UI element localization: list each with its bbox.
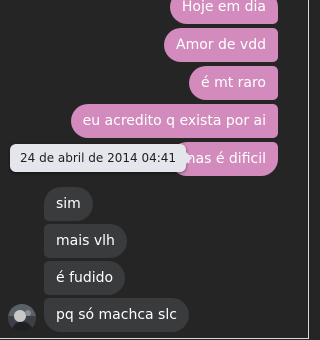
message-bubble-incoming[interactable]: sim (44, 187, 93, 221)
contact-avatar[interactable] (8, 304, 36, 332)
timestamp-tooltip: 24 de abril de 2014 04:41 (10, 144, 193, 172)
message-bubble-outgoing[interactable]: eu acredito q exista por ai (70, 104, 278, 138)
message-bubble-outgoing[interactable]: Amor de vdd (164, 28, 278, 62)
message-bubble-outgoing[interactable]: é mt raro (189, 66, 278, 100)
chat-conversation: Hoje em dia Amor de vdd é mt raro eu acr… (0, 0, 309, 339)
message-bubble-incoming[interactable]: pq só machca slc (44, 298, 189, 332)
message-bubble-outgoing[interactable]: Hoje em dia (169, 0, 278, 24)
message-bubble-incoming[interactable]: é fudido (44, 261, 126, 295)
profile-photo-icon (8, 304, 36, 332)
message-bubble-incoming[interactable]: mais vlh (44, 224, 127, 258)
timestamp-text: 24 de abril de 2014 04:41 (20, 151, 177, 165)
tooltip-arrow (186, 152, 193, 164)
